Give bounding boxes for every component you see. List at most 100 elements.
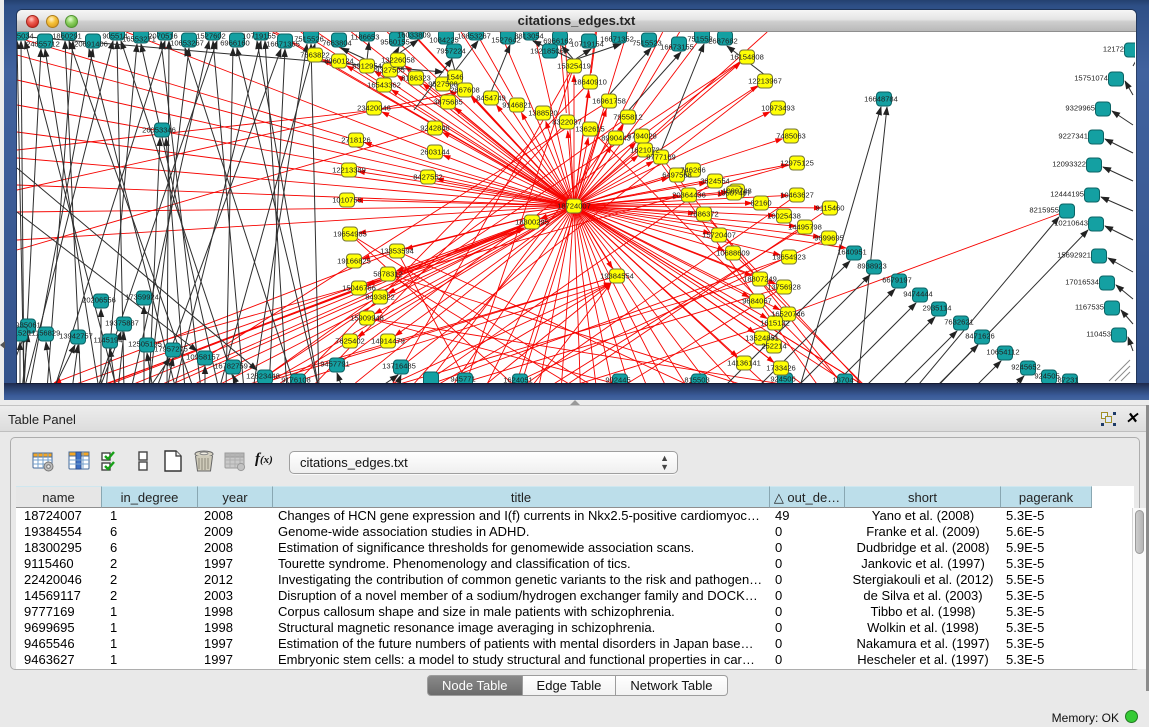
svg-text:15909948: 15909948	[350, 314, 384, 323]
svg-text:6794028: 6794028	[627, 132, 657, 141]
svg-text:14914479: 14914479	[371, 337, 405, 346]
svg-text:19654985: 19654985	[333, 230, 367, 239]
svg-text:17016534: 17016534	[1065, 278, 1099, 287]
svg-text:16520746: 16520746	[771, 310, 805, 319]
svg-text:7515526: 7515526	[294, 35, 324, 44]
svg-text:1186653: 1186653	[351, 33, 380, 42]
svg-text:7632621: 7632621	[944, 318, 974, 327]
svg-text:23420046: 23420046	[357, 104, 391, 113]
svg-text:1084225: 1084225	[429, 36, 459, 45]
svg-text:7955812: 7955812	[613, 113, 643, 122]
svg-text:10210643: 10210643	[1054, 219, 1088, 228]
svg-text:2718126: 2718126	[341, 136, 371, 145]
svg-text:8960124: 8960124	[324, 57, 354, 66]
svg-text:7515523: 7515523	[632, 39, 662, 48]
svg-text:7886372: 7886372	[689, 210, 719, 219]
svg-text:24055712: 24055712	[26, 40, 60, 49]
svg-text:9457791: 9457791	[320, 360, 350, 369]
svg-text:8186323: 8186323	[401, 74, 431, 83]
svg-text:14495798: 14495798	[788, 223, 822, 232]
svg-text:18724007: 18724007	[557, 202, 591, 211]
svg-text:924506: 924506	[770, 375, 795, 384]
svg-text:902445: 902445	[605, 376, 630, 384]
svg-text:6679197: 6679197	[882, 276, 912, 285]
svg-text:13704: 13704	[832, 376, 853, 384]
svg-text:12213967: 12213967	[748, 77, 782, 86]
svg-text:9474444: 9474444	[903, 290, 933, 299]
svg-text:13716485: 13716485	[382, 362, 416, 371]
svg-text:9176108: 9176108	[281, 376, 311, 384]
svg-text:15692921: 15692921	[1057, 251, 1091, 260]
svg-text:9699695: 9699695	[814, 234, 844, 243]
svg-text:1624051: 1624051	[503, 376, 533, 384]
svg-text:19218506: 19218506	[530, 47, 564, 56]
svg-text:10973493: 10973493	[761, 104, 795, 113]
svg-text:18640910: 18640910	[573, 78, 607, 87]
svg-text:1733426: 1733426	[766, 364, 796, 373]
svg-text:18300295: 18300295	[515, 218, 549, 227]
svg-text:7485063: 7485063	[776, 132, 806, 141]
svg-text:815503: 815503	[684, 376, 709, 384]
svg-text:16782759: 16782759	[214, 362, 248, 371]
svg-text:9684067: 9684067	[742, 297, 772, 306]
svg-text:110453: 110453	[1086, 330, 1111, 339]
svg-text:8813054: 8813054	[514, 32, 544, 41]
svg-text:16154808: 16154808	[730, 53, 764, 62]
svg-text:19166825: 19166825	[337, 257, 371, 266]
svg-text:3824554: 3824554	[700, 177, 730, 186]
svg-text:6966162: 6966162	[543, 37, 573, 46]
svg-text:12823448: 12823448	[246, 372, 280, 381]
svg-text:10463627: 10463627	[780, 191, 814, 200]
svg-text:5878312: 5878312	[373, 270, 403, 279]
svg-text:13756928: 13756928	[767, 283, 801, 292]
svg-text:7957224: 7957224	[436, 47, 466, 56]
svg-text:16543362: 16543362	[367, 81, 401, 90]
svg-text:15720407: 15720407	[702, 231, 736, 240]
svg-text:10958157: 10958157	[186, 353, 220, 362]
svg-text:12172: 12172	[1103, 45, 1124, 54]
svg-text:26053346: 26053346	[142, 126, 176, 135]
svg-text:3875685: 3875685	[433, 98, 463, 107]
svg-text:8427552: 8427552	[413, 173, 443, 182]
svg-text:20206556: 20206556	[82, 296, 116, 305]
svg-text:746266: 746266	[680, 166, 705, 175]
svg-text:16961758: 16961758	[592, 97, 626, 106]
svg-text:16648784: 16648784	[864, 95, 898, 104]
svg-text:10688609: 10688609	[716, 249, 750, 258]
svg-text:1362615: 1362615	[575, 125, 605, 134]
svg-text:1167535: 1167535	[1075, 303, 1104, 312]
svg-text:252214: 252214	[761, 342, 786, 351]
svg-text:16671352: 16671352	[600, 35, 634, 44]
svg-text:2687682: 2687682	[708, 37, 738, 46]
svg-text:13942757: 13942757	[59, 332, 93, 341]
svg-text:9227341: 9227341	[1058, 132, 1088, 141]
svg-text:924505: 924505	[1034, 372, 1059, 381]
svg-text:12975125: 12975125	[780, 159, 814, 168]
svg-text:8493822: 8493822	[365, 293, 395, 302]
svg-text:16673155: 16673155	[660, 43, 694, 52]
svg-text:20364436: 20364436	[672, 191, 706, 200]
svg-text:15046766: 15046766	[342, 284, 376, 293]
svg-text:9329965: 9329965	[1065, 104, 1095, 113]
svg-text:19384554: 19384554	[600, 272, 634, 281]
svg-text:15325419: 15325419	[557, 62, 591, 71]
svg-text:1388520: 1388520	[528, 109, 558, 118]
svg-text:1615132: 1615132	[760, 319, 790, 328]
svg-text:10507487: 10507487	[717, 189, 751, 198]
svg-text:10853267: 10853267	[457, 32, 491, 41]
svg-text:13353594: 13353594	[380, 247, 414, 256]
svg-text:19654923: 19654923	[772, 253, 806, 262]
svg-text:20691406: 20691406	[74, 40, 108, 49]
svg-text:8215955: 8215955	[1029, 206, 1059, 215]
svg-text:7663804: 7663804	[322, 39, 352, 48]
svg-text:7625402: 7625402	[335, 337, 365, 346]
svg-text:15751074: 15751074	[1074, 74, 1108, 83]
svg-text:2935114: 2935114	[923, 304, 952, 313]
svg-text:16033809: 16033809	[397, 32, 431, 40]
svg-text:1010755: 1010755	[332, 196, 362, 205]
svg-text:82160: 82160	[750, 199, 771, 208]
svg-text:19375887: 19375887	[105, 319, 139, 328]
svg-text:1640951: 1640951	[837, 248, 867, 257]
svg-text:9242848: 9242848	[420, 124, 450, 133]
svg-text:12213389: 12213389	[332, 166, 366, 175]
